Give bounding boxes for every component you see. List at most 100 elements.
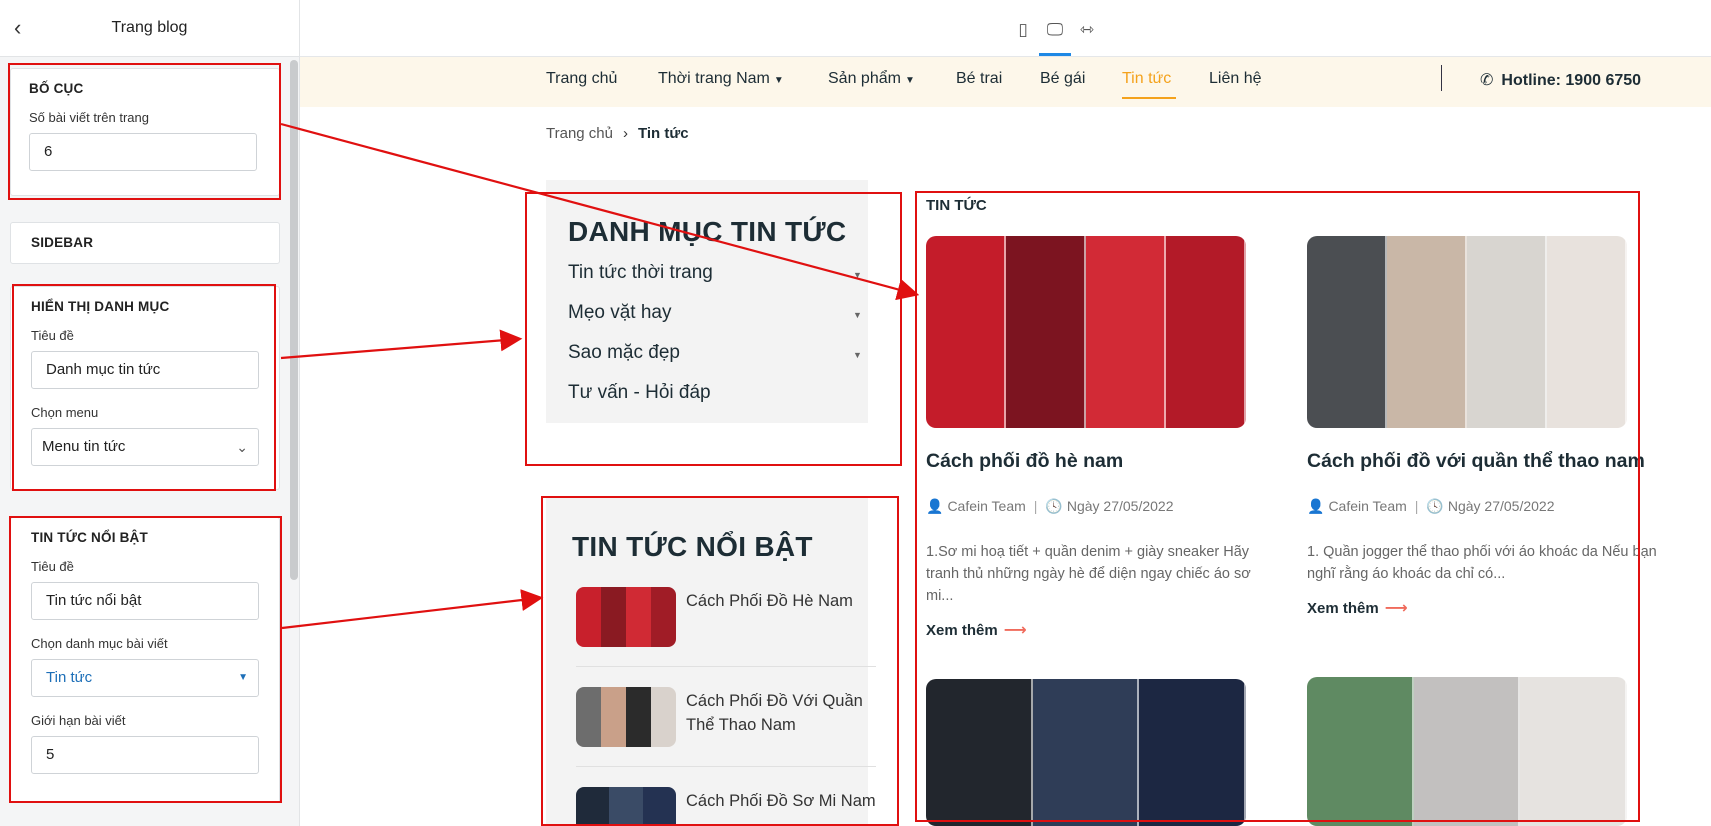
breadcrumb-current: Tin tức: [637, 125, 689, 142]
menu-select-label: Chọn menu: [31, 405, 99, 420]
layout-heading: BỐ CỤC: [29, 81, 84, 96]
featured-divider: [576, 666, 876, 667]
main-nav: Trang chủ Thời trang Nam ▼ Sản phẩm ▼ Bé t…: [300, 57, 1711, 107]
news-section-label: TIN TỨC: [926, 197, 987, 214]
panel-scrollbar[interactable]: [290, 60, 298, 580]
nav-active-underline: [1122, 97, 1176, 99]
breadcrumb: Trang chủ › Tin tức: [546, 125, 689, 142]
post-image[interactable]: [1307, 236, 1627, 428]
post-title[interactable]: Cách phối đồ với quần thể thao nam: [1307, 450, 1645, 473]
post-meta: 👤 Cafein Team | 🕓 Ngày 27/05/2022: [926, 498, 1174, 515]
phone-icon: ✆: [1480, 72, 1494, 89]
nav-item-girls[interactable]: Bé gái: [1040, 70, 1085, 88]
nav-item-news[interactable]: Tin tức: [1122, 70, 1171, 88]
triangle-down-icon: ▼: [238, 672, 248, 683]
panel-header: ‹ Trang blog: [0, 0, 299, 57]
clock-icon: 🕓: [1045, 498, 1063, 514]
user-icon: 👤: [926, 498, 944, 514]
category-title-input[interactable]: Danh mục tin tức: [31, 351, 259, 389]
read-more-label: Xem thêm: [926, 622, 998, 639]
caret-down-icon: ▼: [904, 75, 915, 86]
featured-category-label: Chọn danh mục bài viết: [31, 636, 168, 651]
featured-item-title: Cách Phối Đồ Với Quần Thể Thao Nam: [686, 692, 863, 734]
layout-card: BỐ CỤC Số bài viết trên trang 6: [10, 68, 280, 196]
featured-thumbnail: [576, 587, 676, 647]
nav-item-label: Sản phẩm: [828, 70, 901, 87]
post-meta: 👤 Cafein Team | 🕓 Ngày 27/05/2022: [1307, 498, 1555, 515]
featured-news-box: TIN TỨC NỔI BẬT Cách Phối Đồ Hè Nam Cách…: [546, 497, 876, 826]
mobile-view-icon[interactable]: ▯: [1012, 19, 1034, 41]
nav-item-men-fashion[interactable]: Thời trang Nam ▼: [658, 70, 784, 88]
featured-card: TIN TỨC NỔI BẬT Tiêu đề Tin tức nổi bật …: [10, 517, 280, 803]
featured-item-title: Cách Phối Đồ Hè Nam: [686, 592, 853, 610]
category-item[interactable]: Mẹo vặt hay: [568, 302, 672, 324]
post-excerpt: 1.Sơ mi hoạ tiết + quần denim + giày sne…: [926, 544, 1251, 604]
read-more-label: Xem thêm: [1307, 600, 1379, 617]
arrow-right-icon: ⟶: [1384, 600, 1408, 617]
menu-select-value: Menu tin tức: [42, 438, 126, 455]
nav-divider: [1441, 65, 1442, 91]
fullwidth-view-icon[interactable]: ⇿: [1076, 19, 1098, 41]
post-title[interactable]: Cách phối đồ hè nam: [926, 450, 1123, 473]
featured-heading: TIN TỨC NỔI BẬT: [31, 530, 148, 545]
featured-title: TIN TỨC NỔI BẬT: [572, 531, 813, 562]
hotline[interactable]: ✆ Hotline: 1900 6750: [1480, 70, 1641, 90]
category-item[interactable]: Tin tức thời trang: [568, 262, 713, 284]
featured-category-select[interactable]: Tin tức ▼: [31, 659, 259, 697]
active-device-indicator: [1039, 53, 1071, 56]
breadcrumb-home[interactable]: Trang chủ: [546, 125, 613, 142]
meta-separator: |: [1414, 498, 1419, 514]
read-more-link[interactable]: Xem thêm ⟶: [1307, 598, 1408, 618]
nav-item-boys[interactable]: Bé trai: [956, 70, 1002, 88]
post-limit-input[interactable]: 5: [31, 736, 259, 774]
category-card: HIỂN THỊ DANH MỤC Tiêu đề Danh mục tin t…: [10, 286, 280, 490]
post-author: Cafein Team: [1328, 498, 1407, 514]
post-image[interactable]: [926, 236, 1246, 428]
category-item[interactable]: Sao mặc đẹp: [568, 342, 680, 364]
post-image[interactable]: [1307, 677, 1627, 826]
menu-select[interactable]: Menu tin tức ⌄: [31, 428, 259, 466]
caret-down-icon: ▼: [773, 75, 784, 86]
hotline-label: Hotline:: [1501, 72, 1561, 89]
categories-title: DANH MỤC TIN TỨC: [568, 216, 847, 247]
panel-title: Trang blog: [111, 19, 188, 36]
caret-down-icon[interactable]: ▼: [853, 310, 862, 320]
user-icon: 👤: [1307, 498, 1325, 514]
sidebar-heading: SIDEBAR: [31, 235, 94, 250]
hotline-number: 1900 6750: [1565, 72, 1642, 89]
chevron-right-icon: ›: [622, 125, 628, 142]
posts-per-page-label: Số bài viết trên trang: [29, 110, 149, 125]
post-excerpt: 1. Quần jogger thể thao phối với áo khoá…: [1307, 544, 1657, 582]
featured-thumbnail: [576, 687, 676, 747]
site-preview: Trang chủ Thời trang Nam ▼ Sản phẩm ▼ Bé t…: [300, 57, 1711, 826]
featured-thumbnail: [576, 787, 676, 826]
featured-category-value: Tin tức: [46, 669, 93, 686]
featured-divider: [576, 766, 876, 767]
featured-title-input[interactable]: Tin tức nổi bật: [31, 582, 259, 620]
caret-down-icon[interactable]: ▼: [853, 350, 862, 360]
featured-item-title: Cách Phối Đồ Sơ Mi Nam: [686, 792, 876, 810]
sidebar-card[interactable]: SIDEBAR: [10, 222, 280, 264]
news-categories-box: DANH MỤC TIN TỨC Tin tức thời trang ▼ Mẹ…: [546, 180, 868, 423]
post-limit-label: Giới hạn bài viết: [31, 713, 126, 728]
category-title-label: Tiêu đề: [31, 328, 74, 343]
meta-separator: |: [1033, 498, 1038, 514]
post-date: Ngày 27/05/2022: [1447, 498, 1555, 514]
caret-down-icon[interactable]: ▼: [853, 270, 862, 280]
posts-per-page-input[interactable]: 6: [29, 133, 257, 171]
featured-title-label: Tiêu đề: [31, 559, 74, 574]
device-toolbar: ▯ 🖵 ⇿: [300, 0, 1711, 57]
post-image[interactable]: [926, 679, 1246, 826]
arrow-right-icon: ⟶: [1003, 622, 1027, 639]
category-item[interactable]: Tư vấn - Hỏi đáp: [568, 382, 711, 404]
clock-icon: 🕓: [1426, 498, 1444, 514]
nav-item-contact[interactable]: Liên hệ: [1209, 70, 1262, 88]
post-author: Cafein Team: [947, 498, 1026, 514]
category-heading: HIỂN THỊ DANH MỤC: [31, 299, 170, 314]
nav-item-products[interactable]: Sản phẩm ▼: [828, 70, 915, 88]
nav-item-home[interactable]: Trang chủ: [546, 70, 617, 88]
read-more-link[interactable]: Xem thêm ⟶: [926, 620, 1027, 640]
desktop-view-icon[interactable]: 🖵: [1044, 19, 1066, 41]
settings-panel: ‹ Trang blog BỐ CỤC Số bài viết trên tra…: [0, 0, 300, 826]
nav-item-label: Thời trang Nam: [658, 70, 770, 87]
